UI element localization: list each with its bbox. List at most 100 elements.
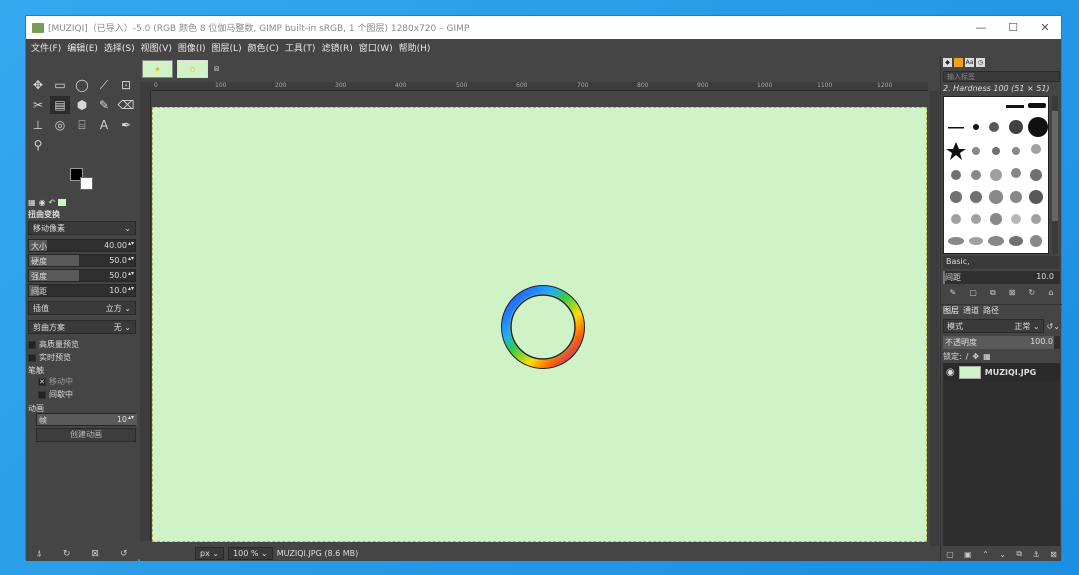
- brush-spacing-slider[interactable]: 间距 10.0: [943, 271, 1060, 284]
- brush-grid[interactable]: [943, 96, 1049, 254]
- move-tool-icon[interactable]: ✥: [28, 76, 48, 94]
- eraser-tool-icon[interactable]: ⌫: [116, 96, 136, 114]
- layer-mode-select[interactable]: 模式 正常 ⌄: [943, 319, 1044, 333]
- tab-channels[interactable]: 通道: [963, 305, 979, 316]
- create-animation-button[interactable]: 创建动画: [36, 428, 136, 442]
- paths-tool-icon[interactable]: ⌸: [72, 116, 92, 134]
- paintbrush-tool-icon[interactable]: ✎: [94, 96, 114, 114]
- menu-select[interactable]: 选择(S): [101, 41, 138, 54]
- crop-tool-icon[interactable]: ⊡: [116, 76, 136, 94]
- check-icon[interactable]: ✕: [38, 377, 46, 386]
- strength-slider[interactable]: 强度 50.0 ▴▾: [28, 269, 136, 282]
- vertical-ruler[interactable]: [140, 91, 151, 541]
- realtime-preview-checkbox[interactable]: 实时预览: [28, 352, 71, 363]
- fonts-tab-icon[interactable]: Aa: [965, 58, 974, 67]
- tab-layers[interactable]: 图层: [943, 305, 959, 316]
- clone-tool-icon[interactable]: ⊥: [28, 116, 48, 134]
- images-tab-icon[interactable]: [58, 198, 67, 206]
- warp-mode-select[interactable]: 移动像素 ⌄: [28, 221, 136, 235]
- duplicate-layer-icon[interactable]: ⧉: [1016, 549, 1022, 559]
- checkbox-box[interactable]: [28, 340, 36, 349]
- undo-history-tab-icon[interactable]: ↶: [49, 198, 56, 207]
- color-picker-tool-icon[interactable]: ✒: [116, 116, 136, 134]
- image-canvas[interactable]: [152, 107, 927, 542]
- close-button[interactable]: ✕: [1029, 21, 1061, 34]
- background-color[interactable]: [80, 177, 93, 190]
- document-history-tab-icon[interactable]: ◷: [976, 58, 985, 67]
- size-slider[interactable]: 大小 40.00 ▴▾: [28, 239, 136, 252]
- mode-reset-icon[interactable]: ↺⌄: [1047, 322, 1060, 331]
- menu-windows[interactable]: 窗口(W): [356, 41, 396, 54]
- lock-alpha-icon[interactable]: ▦: [983, 352, 991, 361]
- tool-options-tab-icon[interactable]: ▦: [28, 198, 36, 207]
- smudge-tool-icon[interactable]: ◎: [50, 116, 70, 134]
- menu-edit[interactable]: 编辑(E): [64, 41, 101, 54]
- menu-layer[interactable]: 图层(L): [209, 41, 245, 54]
- raise-layer-icon[interactable]: ⌃: [982, 550, 989, 559]
- menu-filters[interactable]: 滤镜(R): [318, 41, 355, 54]
- layer-opacity-slider[interactable]: 不透明度 100.0: [943, 336, 1060, 349]
- spin-icon[interactable]: ▴▾: [128, 414, 134, 421]
- anchor-layer-icon[interactable]: ⚓: [1032, 550, 1039, 559]
- periodically-checkbox[interactable]: 间歇中: [38, 389, 73, 400]
- during-motion-checkbox[interactable]: ✕ 移动中: [38, 376, 73, 387]
- lock-position-icon[interactable]: ✥: [972, 352, 979, 361]
- menu-colors[interactable]: 颜色(C): [245, 41, 282, 54]
- spin-icon[interactable]: ▴▾: [128, 270, 134, 277]
- menu-tools[interactable]: 工具(T): [282, 41, 319, 54]
- bucket-fill-tool-icon[interactable]: ⬢: [72, 96, 92, 114]
- save-preset-icon[interactable]: ⍋: [36, 549, 41, 559]
- rect-select-tool-icon[interactable]: ▭: [50, 76, 70, 94]
- brush-tag-filter[interactable]: 输入标签: [943, 71, 1060, 82]
- fg-bg-colors[interactable]: [70, 168, 100, 194]
- maximize-button[interactable]: ☐: [997, 21, 1029, 34]
- warp-transform-tool-icon[interactable]: ▤: [50, 96, 70, 114]
- lock-pixels-icon[interactable]: /: [966, 352, 969, 361]
- zoom-tool-icon[interactable]: ⚲: [28, 136, 48, 154]
- new-layer-icon[interactable]: ▢: [946, 550, 954, 559]
- interpolation-select[interactable]: 插值 立方 ⌄: [28, 301, 136, 315]
- transform-tool-icon[interactable]: ✂: [28, 96, 48, 114]
- close-tab-icon[interactable]: ⊠: [212, 65, 221, 74]
- open-as-image-icon[interactable]: ⌂: [1048, 288, 1053, 297]
- spacing-slider[interactable]: 间距 10.0 ▴▾: [28, 284, 136, 297]
- spin-icon[interactable]: ▴▾: [128, 285, 134, 292]
- brush-scrollbar[interactable]: [1052, 96, 1058, 254]
- new-brush-icon[interactable]: ▢: [969, 288, 977, 297]
- menu-help[interactable]: 帮助(H): [396, 41, 434, 54]
- vertical-scrollbar[interactable]: [930, 91, 939, 546]
- tab-paths[interactable]: 路径: [983, 305, 999, 316]
- menu-image[interactable]: 图像(I): [175, 41, 209, 54]
- brushes-tab-icon[interactable]: ◆: [943, 58, 952, 67]
- brush-preset-select[interactable]: Basic,: [943, 256, 1060, 269]
- restore-icon[interactable]: ↻: [63, 549, 71, 559]
- delete-brush-icon[interactable]: ⊠: [1009, 288, 1016, 297]
- lower-layer-icon[interactable]: ⌄: [999, 550, 1006, 559]
- device-status-tab-icon[interactable]: ◉: [39, 198, 46, 207]
- spin-icon[interactable]: ▴▾: [128, 255, 134, 262]
- image-tab-thumbnail-active[interactable]: ○: [177, 60, 208, 78]
- text-tool-icon[interactable]: A: [94, 116, 114, 134]
- delete-layer-icon[interactable]: ⊠: [1050, 550, 1057, 559]
- checkbox-box[interactable]: [38, 390, 46, 399]
- menu-view[interactable]: 视图(V): [138, 41, 175, 54]
- ruler-corner[interactable]: [140, 82, 151, 91]
- unit-select[interactable]: px ⌄: [195, 546, 225, 560]
- new-group-icon[interactable]: ▣: [964, 550, 972, 559]
- delete-icon[interactable]: ⊠: [91, 549, 99, 559]
- abyss-policy-select[interactable]: 剪曲方案 无 ⌄: [28, 320, 136, 334]
- fuzzy-select-tool-icon[interactable]: ⟋: [94, 76, 114, 94]
- duplicate-brush-icon[interactable]: ⧉: [990, 288, 996, 298]
- hq-preview-checkbox[interactable]: 高质量预览: [28, 339, 79, 350]
- edit-brush-icon[interactable]: ✎: [950, 288, 957, 297]
- frames-slider[interactable]: 帧 10 ▴▾: [36, 413, 137, 426]
- refresh-brushes-icon[interactable]: ↻: [1029, 288, 1036, 297]
- reset-icon[interactable]: ↺: [120, 549, 128, 559]
- checkbox-box[interactable]: [28, 353, 36, 362]
- layer-item[interactable]: ◉ MUZIQI.JPG: [943, 363, 1060, 381]
- menu-file[interactable]: 文件(F): [28, 41, 64, 54]
- minimize-button[interactable]: —: [965, 21, 997, 34]
- zoom-select[interactable]: 100 % ⌄: [228, 546, 273, 560]
- lasso-tool-icon[interactable]: ◯: [72, 76, 92, 94]
- image-tab-thumbnail[interactable]: ★: [142, 60, 173, 78]
